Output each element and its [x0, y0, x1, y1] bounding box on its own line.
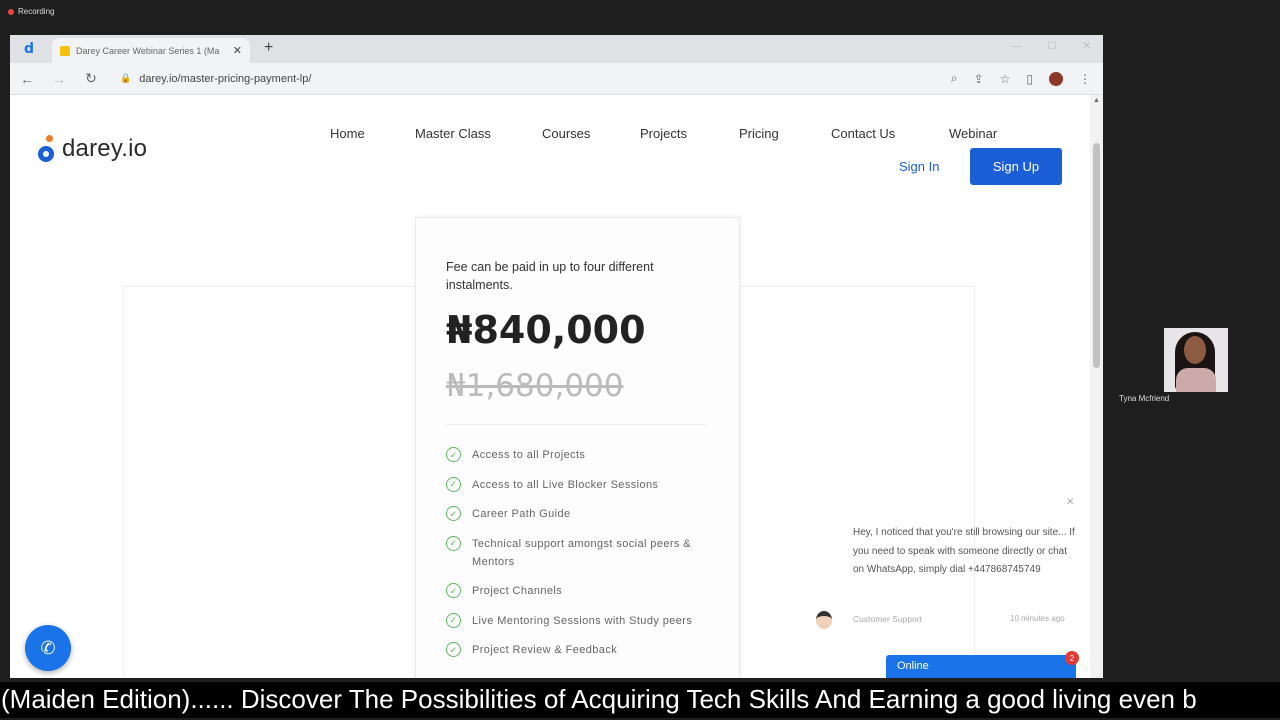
menu-kebab-icon[interactable]: ⋮ — [1079, 72, 1091, 86]
list-item: ✓ Technical support amongst social peers … — [446, 535, 716, 571]
participant-name: Tyna Mcfriend — [1119, 394, 1170, 403]
darey-logo-icon — [37, 135, 57, 163]
scrollbar[interactable]: ▲ — [1090, 95, 1103, 678]
browser-app-icon[interactable]: d — [24, 41, 34, 57]
chat-timestamp: 10 minutes ago — [1010, 614, 1065, 623]
minimize-icon[interactable]: — — [1012, 41, 1022, 52]
tab-strip: d Darey Career Webinar Series 1 (Ma ✕ + … — [10, 35, 1103, 63]
tab-close-icon[interactable]: ✕ — [233, 44, 242, 57]
zoom-icon[interactable]: ⌕ — [951, 71, 958, 86]
current-price: ₦840,000 — [446, 308, 646, 352]
feature-list: ✓ Access to all Projects ✓ Access to all L… — [446, 446, 716, 671]
maximize-icon[interactable]: ☐ — [1048, 41, 1057, 52]
main-nav: Home Master Class Courses Projects Prici… — [330, 126, 997, 141]
sign-up-button[interactable]: Sign Up — [970, 148, 1062, 185]
recording-indicator: Recording — [8, 7, 54, 16]
new-tab-button[interactable]: + — [264, 39, 273, 57]
list-item: ✓ Career Path Guide — [446, 505, 716, 523]
url-field[interactable]: 🔒 darey.io/master-pricing-payment-lp/ — [120, 73, 311, 85]
nav-master-class[interactable]: Master Class — [415, 126, 542, 141]
window-controls: — ☐ ✕ — [1012, 41, 1091, 52]
list-item: ✓ Access to all Live Blocker Sessions — [446, 476, 716, 494]
lock-icon: 🔒 — [120, 73, 132, 83]
url-text: darey.io/master-pricing-payment-lp/ — [139, 72, 312, 85]
participant-video[interactable] — [1164, 328, 1228, 392]
call-button[interactable]: ✆ — [25, 625, 71, 671]
divider — [446, 424, 706, 425]
pricing-card: Fee can be paid in up to four different … — [415, 217, 740, 678]
chat-agent-name: Customer Support — [853, 614, 922, 624]
check-circle-icon: ✓ — [446, 535, 461, 551]
original-price: ₦1,680,000 — [446, 368, 624, 404]
check-circle-icon: ✓ — [446, 447, 461, 462]
nav-home[interactable]: Home — [330, 126, 415, 141]
check-circle-icon: ✓ — [446, 476, 461, 492]
recording-label: Recording — [18, 7, 55, 16]
list-item: ✓ Project Channels — [446, 582, 716, 600]
close-window-icon[interactable]: ✕ — [1083, 41, 1091, 52]
check-circle-icon: ✓ — [446, 642, 461, 657]
chat-message: Hey, I noticed that you're still browsin… — [853, 527, 1075, 575]
reload-icon[interactable]: ↻ — [84, 70, 98, 87]
check-circle-icon: ✓ — [446, 583, 461, 598]
check-circle-icon: ✓ — [446, 506, 461, 521]
recording-dot-icon — [8, 8, 14, 15]
chat-close-icon[interactable]: ✕ — [1066, 497, 1074, 508]
phone-icon: ✆ — [40, 637, 56, 658]
list-item: ✓ Live Mentoring Sessions with Study peer… — [446, 612, 716, 630]
scroll-up-icon[interactable]: ▲ — [1093, 97, 1100, 104]
notification-badge: 2 — [1065, 651, 1079, 665]
support-avatar — [816, 611, 832, 629]
list-item: ✓ Access to all Projects — [446, 446, 716, 464]
nav-projects[interactable]: Projects — [640, 126, 739, 141]
nav-courses[interactable]: Courses — [542, 126, 640, 141]
profile-avatar[interactable] — [1049, 71, 1063, 86]
scrollbar-thumb[interactable] — [1093, 143, 1100, 368]
pricing-card-left — [123, 286, 423, 678]
instalment-note: Fee can be paid in up to four different … — [446, 260, 654, 292]
caption-ticker: (Maiden Edition)...... Discover The Poss… — [0, 682, 1280, 718]
back-arrow-icon[interactable]: ← — [20, 71, 34, 87]
nav-webinar[interactable]: Webinar — [949, 126, 997, 141]
side-panel-icon[interactable]: ▯ — [1026, 72, 1033, 86]
web-page: darey.io Home Master Class Courses Proje… — [10, 95, 1090, 678]
site-logo[interactable]: darey.io — [37, 135, 147, 163]
list-item: ✓ Project Review & Feedback — [446, 641, 716, 659]
chat-online-button[interactable]: Online — [886, 655, 1076, 678]
address-bar: ← → ↻ 🔒 darey.io/master-pricing-payment-… — [10, 63, 1103, 95]
check-circle-icon: ✓ — [446, 612, 461, 628]
tab-favicon-icon — [60, 45, 70, 56]
toolbar-icons: ⌕ ⇪ ☆ ▯ ⋮ — [951, 71, 1091, 86]
tab-webinar[interactable]: Darey Career Webinar Series 1 (Ma ✕ — [52, 38, 250, 63]
logo-text: darey.io — [62, 135, 148, 162]
forward-arrow-icon[interactable]: → — [52, 71, 66, 87]
nav-contact-us[interactable]: Contact Us — [831, 126, 949, 141]
browser-window: d Darey Career Webinar Series 1 (Ma ✕ + … — [10, 35, 1103, 678]
nav-pricing[interactable]: Pricing — [739, 126, 831, 141]
share-icon[interactable]: ⇪ — [974, 72, 984, 86]
sign-in-link[interactable]: Sign In — [899, 159, 939, 174]
tab-title: Darey Career Webinar Series 1 (Ma — [76, 45, 220, 56]
bookmark-star-icon[interactable]: ☆ — [1000, 72, 1011, 86]
